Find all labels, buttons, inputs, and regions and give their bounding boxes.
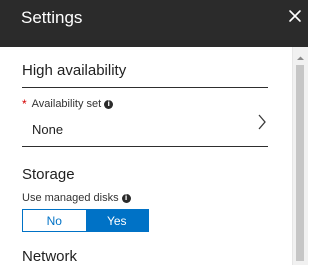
- blade-title: Settings: [21, 8, 83, 27]
- section-divider: [22, 87, 268, 88]
- picker-divider: [22, 146, 268, 147]
- close-icon[interactable]: [286, 7, 304, 25]
- managed-disks-label-row: Use managed disks i: [22, 191, 131, 205]
- managed-disks-toggle[interactable]: No Yes: [22, 209, 149, 232]
- toggle-option-no[interactable]: No: [23, 210, 86, 231]
- settings-blade: Settings High availability * Availabilit…: [0, 0, 308, 265]
- chevron-right-icon: [256, 113, 268, 131]
- toggle-option-yes[interactable]: Yes: [85, 210, 148, 231]
- info-icon[interactable]: i: [121, 193, 131, 203]
- scrollbar-thumb[interactable]: [296, 65, 304, 261]
- section-title-high-availability: High availability: [22, 62, 127, 79]
- availability-set-value: None: [32, 122, 64, 137]
- blade-header: Settings: [0, 0, 308, 47]
- section-title-storage: Storage: [22, 166, 75, 183]
- settings-content: High availability * Availability set i N…: [0, 47, 292, 265]
- managed-disks-label: Use managed disks: [22, 192, 119, 204]
- vertical-scrollbar[interactable]: [292, 47, 308, 265]
- scroll-up-arrow-icon[interactable]: [296, 50, 305, 60]
- section-title-network: Network: [22, 248, 78, 265]
